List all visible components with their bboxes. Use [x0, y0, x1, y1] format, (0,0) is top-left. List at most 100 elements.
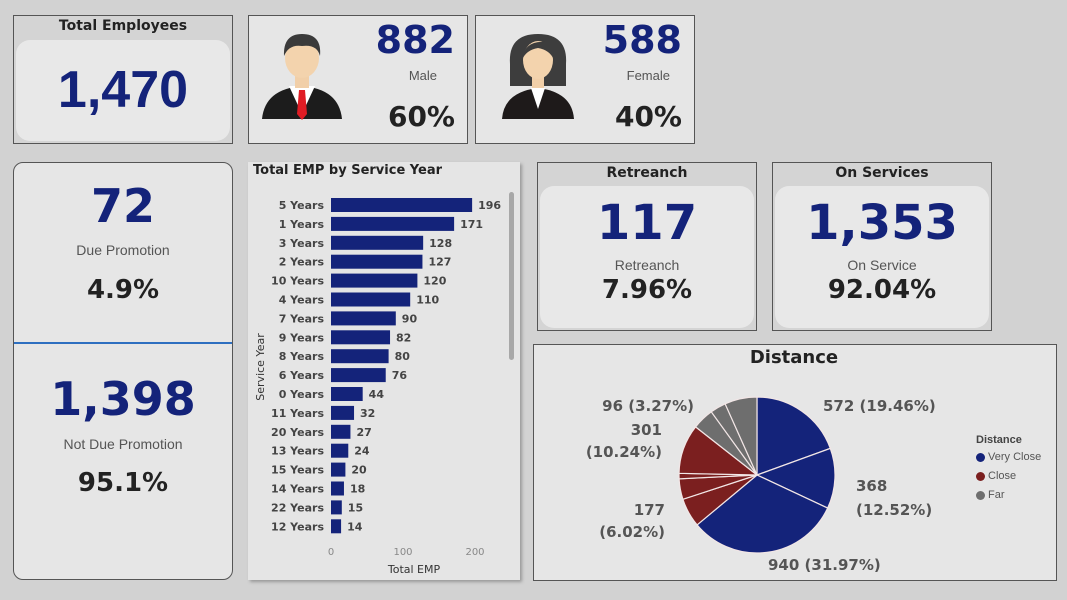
- bar-value-label: 15: [348, 501, 363, 514]
- pie-data-label: 940 (31.97%): [768, 556, 881, 574]
- bar-category-label: 11 Years: [271, 407, 324, 420]
- x-tick-label: 100: [393, 547, 412, 558]
- bar-chart: 5 Years 196 1 Years 171 3 Years 128 2 Years 127…: [254, 198, 501, 576]
- distance-chart-card: Distance 572 (19.46%) 368 (12.52%) 940 (31.…: [533, 344, 1057, 581]
- legend-label: Very Close: [988, 451, 1042, 463]
- bar: [331, 519, 342, 534]
- legend-item[interactable]: Close: [976, 470, 1041, 482]
- bar: [331, 481, 344, 496]
- total-employees-title: Total Employees: [58, 18, 188, 34]
- bar-category-label: 5 Years: [279, 199, 325, 212]
- bar: [331, 292, 411, 307]
- promotion-card: 72 Due Promotion 4.9% 1,398 Not Due Prom…: [13, 162, 233, 580]
- bar-value-label: 80: [395, 350, 411, 363]
- bar: [331, 368, 386, 383]
- pie-data-label: (6.02%): [599, 523, 665, 541]
- total-employees-card: Total Employees 1,470: [13, 15, 233, 144]
- legend-label: Far: [988, 489, 1005, 501]
- bar-category-label: 9 Years: [279, 331, 325, 344]
- legend-label: Close: [988, 470, 1017, 482]
- legend-title: Distance: [976, 434, 1022, 446]
- bar-category-label: 22 Years: [271, 501, 324, 514]
- bar-value-label: 76: [392, 369, 408, 382]
- bar: [331, 500, 342, 515]
- female-card: 588 Female 40%: [475, 15, 695, 144]
- chart-scrollbar[interactable]: [509, 192, 514, 360]
- on-services-title: On Services: [835, 165, 929, 181]
- pie-data-label: (12.52%): [856, 501, 932, 519]
- pie-data-label: 301: [631, 421, 662, 439]
- pie-data-label: 572 (19.46%): [823, 397, 936, 415]
- bar-value-label: 44: [369, 388, 385, 401]
- bar-value-label: 120: [423, 275, 446, 288]
- bar: [331, 311, 396, 326]
- legend-marker-icon: [976, 471, 985, 481]
- bar: [331, 424, 351, 439]
- legend-item[interactable]: Very Close: [976, 451, 1041, 463]
- bar-category-label: 7 Years: [279, 312, 325, 325]
- legend-marker-icon: [976, 452, 985, 462]
- bar-value-label: 128: [429, 237, 452, 250]
- y-axis-title: Service Year: [254, 333, 267, 401]
- on-services-value: 1,353: [806, 195, 958, 251]
- bar-value-label: 171: [460, 218, 483, 231]
- retreanch-title: Retreanch: [606, 165, 688, 181]
- male-card: 882 Male 60%: [248, 15, 468, 144]
- bar: [331, 198, 473, 212]
- service-year-chart-card: Total EMP by Service Year 5 Years 196 1 Ye…: [248, 162, 520, 580]
- female-label: Female: [626, 68, 670, 83]
- due-promotion-label: Due Promotion: [76, 242, 170, 258]
- retreanch-value: 117: [596, 195, 698, 251]
- pie-data-label: 177: [634, 501, 665, 519]
- bar: [331, 254, 423, 269]
- female-avatar-icon: [502, 34, 574, 119]
- legend-marker-icon: [976, 490, 985, 500]
- female-percent: 40%: [614, 100, 682, 133]
- retreanch-percent: 7.96%: [601, 275, 693, 305]
- pie-data-label: (10.24%): [586, 443, 662, 461]
- not-due-promotion-section: 1,398 Not Due Promotion 95.1%: [14, 344, 232, 579]
- bar-value-label: 24: [354, 445, 370, 458]
- not-due-promotion-percent: 95.1%: [77, 468, 169, 498]
- male-avatar-icon: [262, 34, 342, 120]
- bar-category-label: 2 Years: [279, 256, 325, 269]
- bar-category-label: 20 Years: [271, 426, 324, 439]
- male-percent: 60%: [387, 100, 455, 133]
- bar-category-label: 1 Years: [279, 218, 325, 231]
- female-count: 588: [602, 18, 682, 62]
- legend-item[interactable]: Far: [976, 489, 1041, 501]
- bar: [331, 405, 355, 420]
- x-tick-label: 200: [465, 547, 484, 558]
- x-axis-title: Total EMP: [387, 563, 441, 576]
- bar-category-label: 6 Years: [279, 369, 325, 382]
- retreanch-card: Retreanch 117 Retreanch 7.96%: [537, 162, 757, 331]
- bar: [331, 387, 363, 401]
- bar-category-label: 0 Years: [279, 388, 325, 401]
- bar-value-label: 20: [351, 464, 367, 477]
- bar-value-label: 90: [402, 312, 418, 325]
- pie-legend: Distance Very Close Close Far: [976, 434, 1041, 508]
- bar: [331, 216, 455, 231]
- bar-value-label: 196: [478, 199, 501, 212]
- total-employees-value: 1,470: [57, 61, 189, 119]
- male-count: 882: [375, 18, 455, 62]
- bar-category-label: 10 Years: [271, 275, 324, 288]
- bar-category-label: 13 Years: [271, 445, 324, 458]
- bar-category-label: 14 Years: [271, 483, 324, 496]
- bar: [331, 330, 391, 345]
- bar: [331, 273, 418, 288]
- bar: [331, 349, 389, 364]
- due-promotion-percent: 4.9%: [86, 275, 160, 305]
- bar-category-label: 3 Years: [279, 237, 325, 250]
- bar-category-label: 12 Years: [271, 520, 324, 533]
- bar-value-label: 32: [360, 407, 375, 420]
- retreanch-label: Retreanch: [614, 257, 680, 273]
- bar: [331, 462, 346, 477]
- bar: [331, 443, 349, 458]
- not-due-promotion-label: Not Due Promotion: [63, 436, 183, 452]
- bar-category-label: 4 Years: [279, 294, 325, 307]
- bar-value-label: 110: [416, 294, 439, 307]
- due-promotion-value: 72: [90, 179, 155, 233]
- bar-value-label: 127: [428, 256, 451, 269]
- bar-category-label: 15 Years: [271, 464, 324, 477]
